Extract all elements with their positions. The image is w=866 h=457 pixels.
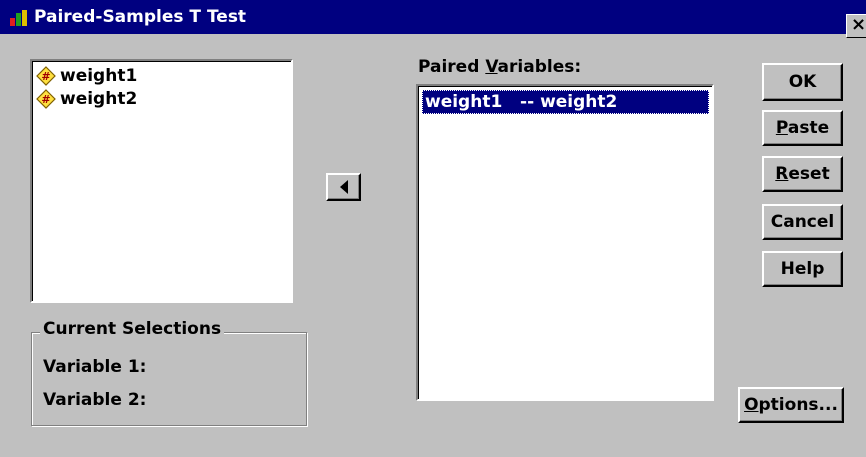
source-variable-list[interactable]: # weight1 # weight2 xyxy=(30,59,293,303)
ok-button[interactable]: OK xyxy=(762,63,843,101)
reset-label-rest: eset xyxy=(788,164,830,184)
numeric-variable-icon: # xyxy=(36,66,56,86)
paired-variables-list[interactable]: weight1 -- weight2 xyxy=(416,84,714,401)
move-variable-button[interactable] xyxy=(326,173,361,201)
variable-name: weight2 xyxy=(60,89,138,109)
svg-text:#: # xyxy=(41,70,50,83)
cancel-label: Cancel xyxy=(770,212,835,232)
svg-text:#: # xyxy=(41,93,50,106)
current-selections-group: Current Selections Variable 1: Variable … xyxy=(31,319,307,426)
paste-mnemonic: P xyxy=(775,118,788,138)
reset-label: Reset xyxy=(775,164,829,184)
label-text-part: Paired xyxy=(418,57,486,77)
cancel-button[interactable]: Cancel xyxy=(762,204,843,240)
spss-app-icon xyxy=(10,10,27,26)
paste-label: Paste xyxy=(776,118,829,138)
numeric-variable-icon: # xyxy=(36,89,56,109)
paste-label-rest: aste xyxy=(787,118,830,138)
window-title: Paired-Samples T Test xyxy=(34,7,247,27)
options-button[interactable]: Options... xyxy=(738,387,844,423)
paste-button[interactable]: Paste xyxy=(762,110,843,146)
close-button[interactable]: × xyxy=(846,14,866,38)
reset-button[interactable]: Reset xyxy=(762,156,843,192)
variable2-label: Variable 2: xyxy=(43,390,147,410)
close-icon: × xyxy=(851,14,866,35)
paired-variables-label: Paired Variables: xyxy=(418,57,581,77)
options-label-rest: ptions... xyxy=(758,395,838,415)
variable-name: weight1 xyxy=(60,66,138,86)
left-arrow-icon xyxy=(340,180,348,194)
label-text-part: ariables: xyxy=(497,57,582,77)
title-bar: Paired-Samples T Test xyxy=(0,0,866,34)
reset-mnemonic: R xyxy=(775,164,789,184)
current-selections-title: Current Selections xyxy=(40,319,225,339)
help-label: Help xyxy=(780,259,825,279)
options-label: Options... xyxy=(744,395,838,415)
help-button[interactable]: Help xyxy=(762,251,843,287)
ok-label: OK xyxy=(788,72,817,92)
options-mnemonic: O xyxy=(744,395,759,415)
label-mnemonic: V xyxy=(485,57,498,77)
selected-pair-row[interactable]: weight1 -- weight2 xyxy=(422,90,709,114)
variable1-label: Variable 1: xyxy=(43,357,147,377)
